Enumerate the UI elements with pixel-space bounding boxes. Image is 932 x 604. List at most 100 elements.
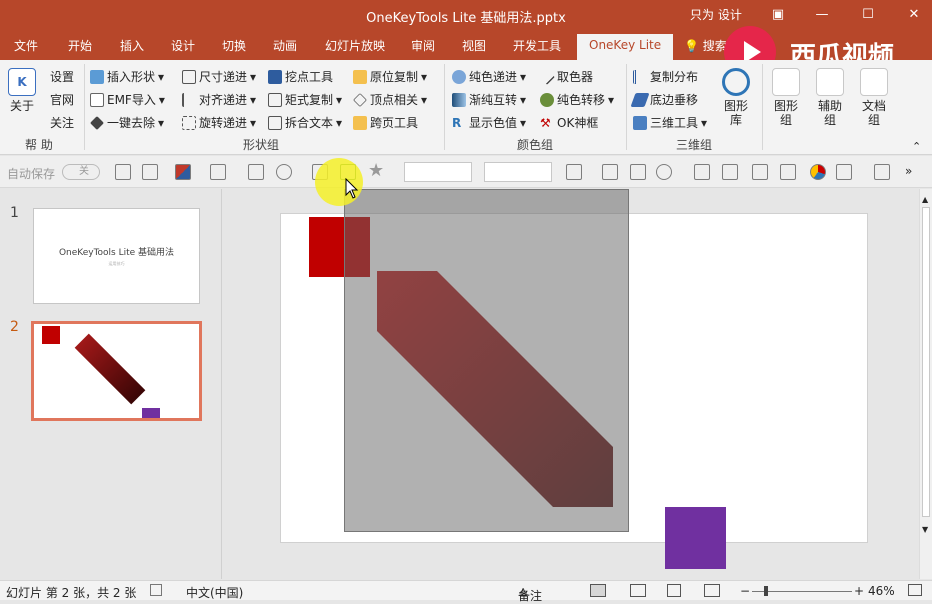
tab-home[interactable]: 开始 xyxy=(68,37,92,54)
slideshow-view-icon[interactable] xyxy=(704,584,720,597)
tab-review[interactable]: 审阅 xyxy=(411,37,435,54)
transform-icon[interactable] xyxy=(722,164,738,180)
shapes-icon[interactable] xyxy=(276,164,292,180)
zoom-thumb[interactable] xyxy=(764,586,768,596)
slide-size-icon[interactable] xyxy=(210,164,226,180)
keyboard-icon[interactable] xyxy=(115,164,131,180)
color-picker-button[interactable]: 取色器 xyxy=(539,68,594,85)
zoom-out-icon[interactable]: − xyxy=(740,584,750,598)
close-icon[interactable]: ✕ xyxy=(900,3,928,27)
tab-view[interactable]: 视图 xyxy=(462,37,486,54)
tab-insert[interactable]: 插入 xyxy=(120,37,144,54)
tab-developer[interactable]: 开发工具 xyxy=(513,37,561,54)
merge-icon[interactable] xyxy=(656,164,672,180)
scroll-up-icon[interactable]: ▲ xyxy=(922,195,928,204)
maximize-icon[interactable]: ☐ xyxy=(854,3,882,27)
tab-onekey-lite[interactable]: OneKey Lite xyxy=(577,34,674,60)
vertical-scrollbar[interactable]: ▲ ▼ xyxy=(919,189,932,579)
circle-icon xyxy=(860,68,888,96)
tools-3d-button[interactable]: 三维工具 ▾ xyxy=(633,114,707,131)
pure-transfer-button[interactable]: 纯色转移 ▾ xyxy=(540,91,614,108)
user-name[interactable]: 只为 设计 xyxy=(690,6,742,23)
matrix-copy-button[interactable]: 矩式复制 ▾ xyxy=(268,91,342,108)
thumbnail-pane: 1 OneKeyTools Lite 基础用法 运用技巧 2 xyxy=(0,189,222,579)
copy-dist-label: 复制分布 xyxy=(650,70,699,84)
inplace-copy-button[interactable]: 原位复制 ▾ xyxy=(353,68,427,85)
shape-group-button[interactable]: 图形组 xyxy=(768,68,804,127)
settings-button[interactable]: 设置 xyxy=(50,68,74,85)
zoom-level[interactable]: 46% xyxy=(868,584,895,598)
copy-dist-button[interactable]: 复制分布 xyxy=(633,68,698,85)
tab-file[interactable]: 文件 xyxy=(14,37,38,54)
star-icon[interactable]: ★ xyxy=(368,160,384,181)
vertex-related-button[interactable]: 顶点相关 ▾ xyxy=(353,91,427,108)
value-input-2[interactable] xyxy=(484,162,552,182)
split-text-button[interactable]: 拆合文本 ▾ xyxy=(268,114,342,131)
layout-icon[interactable] xyxy=(142,164,158,180)
pen-tool-icon[interactable] xyxy=(630,164,646,180)
crop-icon[interactable] xyxy=(694,164,710,180)
reading-view-icon[interactable] xyxy=(667,584,681,597)
follow-button[interactable]: 关注 xyxy=(50,114,74,131)
size-icon xyxy=(182,69,196,84)
picture-icon[interactable] xyxy=(874,164,890,180)
edge-stack-button[interactable]: 底边垂移 xyxy=(630,91,698,108)
shape-group-label: 图形组 xyxy=(773,99,798,127)
scroll-down-icon[interactable]: ▼ xyxy=(922,525,928,534)
value-input-1[interactable] xyxy=(404,162,472,182)
shape-lib-label: 图形库 xyxy=(723,99,748,127)
layers-icon xyxy=(630,92,650,107)
more-icon[interactable]: » xyxy=(905,164,912,178)
about-button[interactable]: K 关于 xyxy=(6,68,38,113)
size-step-button[interactable]: 尺寸递进 ▾ xyxy=(182,68,256,85)
ok-brush-button[interactable]: ⚒ OK神框 xyxy=(540,114,598,131)
cutout-tool-button[interactable]: 挖点工具 xyxy=(268,68,333,85)
picker-label: 取色器 xyxy=(557,70,594,84)
emf-import-button[interactable]: EMF导入 ▾ xyxy=(90,91,165,108)
zoom-in-icon[interactable]: + xyxy=(854,584,864,598)
normal-view-icon[interactable] xyxy=(590,584,606,597)
autosave-toggle[interactable]: 关 xyxy=(62,164,100,180)
group-color: 颜色组 xyxy=(517,138,554,152)
minimize-icon[interactable]: — xyxy=(808,3,836,27)
slide-thumbnail-1[interactable]: OneKeyTools Lite 基础用法 运用技巧 xyxy=(33,208,200,304)
page-tool-button[interactable]: 跨页工具 xyxy=(353,114,418,131)
tab-animations[interactable]: 动画 xyxy=(273,37,297,54)
chart-icon[interactable] xyxy=(810,164,826,180)
fit-window-icon[interactable] xyxy=(908,584,922,596)
group-tool-icon[interactable] xyxy=(752,164,768,180)
insert-shape-button[interactable]: 插入形状 ▾ xyxy=(90,68,164,85)
palette-tool-icon[interactable] xyxy=(602,164,618,180)
collapse-ribbon-icon[interactable]: ⌃ xyxy=(912,140,921,153)
show-value-button[interactable]: R 显示色值 ▾ xyxy=(452,114,526,131)
aux-group-button[interactable]: 辅助组 xyxy=(812,68,848,127)
tab-transitions[interactable]: 切换 xyxy=(222,37,246,54)
gradient-swap-button[interactable]: 渐纯互转 ▾ xyxy=(452,91,526,108)
scroll-thumb[interactable] xyxy=(922,207,930,517)
align-step-button[interactable]: 对齐递进 ▾ xyxy=(182,91,256,108)
remove-label: 一键去除 xyxy=(107,116,156,130)
tell-me[interactable]: 💡 搜索 xyxy=(684,37,727,54)
pure-step-button[interactable]: 纯色递进 ▾ xyxy=(452,68,526,85)
doc-group-button[interactable]: 文档组 xyxy=(856,68,892,127)
one-click-remove-button[interactable]: 一键去除 ▾ xyxy=(90,114,164,131)
purple-square-shape[interactable] xyxy=(665,507,726,569)
ungroup-icon[interactable] xyxy=(780,164,796,180)
ribbon-options-icon[interactable]: ▣ xyxy=(764,3,792,27)
tab-slideshow[interactable]: 幻灯片放映 xyxy=(325,37,385,54)
effect-icon[interactable] xyxy=(836,164,852,180)
brush-tool-icon[interactable] xyxy=(566,164,582,180)
thumb-red-square xyxy=(42,326,60,344)
screen-icon[interactable] xyxy=(248,164,264,180)
sorter-view-icon[interactable] xyxy=(630,584,646,597)
shape-lib-button[interactable]: 图形库 xyxy=(716,68,756,127)
spellcheck-icon[interactable] xyxy=(150,584,162,596)
emf-import-label: EMF导入 xyxy=(107,93,156,107)
rotate-step-button[interactable]: 旋转递进 ▾ xyxy=(182,114,256,131)
distribute-icon xyxy=(633,69,647,84)
slide-thumbnail-2[interactable] xyxy=(31,321,202,421)
tab-design[interactable]: 设计 xyxy=(171,37,195,54)
language[interactable]: 中文(中国) xyxy=(186,584,243,601)
website-button[interactable]: 官网 xyxy=(50,91,74,108)
color-fill-icon[interactable] xyxy=(175,164,191,180)
